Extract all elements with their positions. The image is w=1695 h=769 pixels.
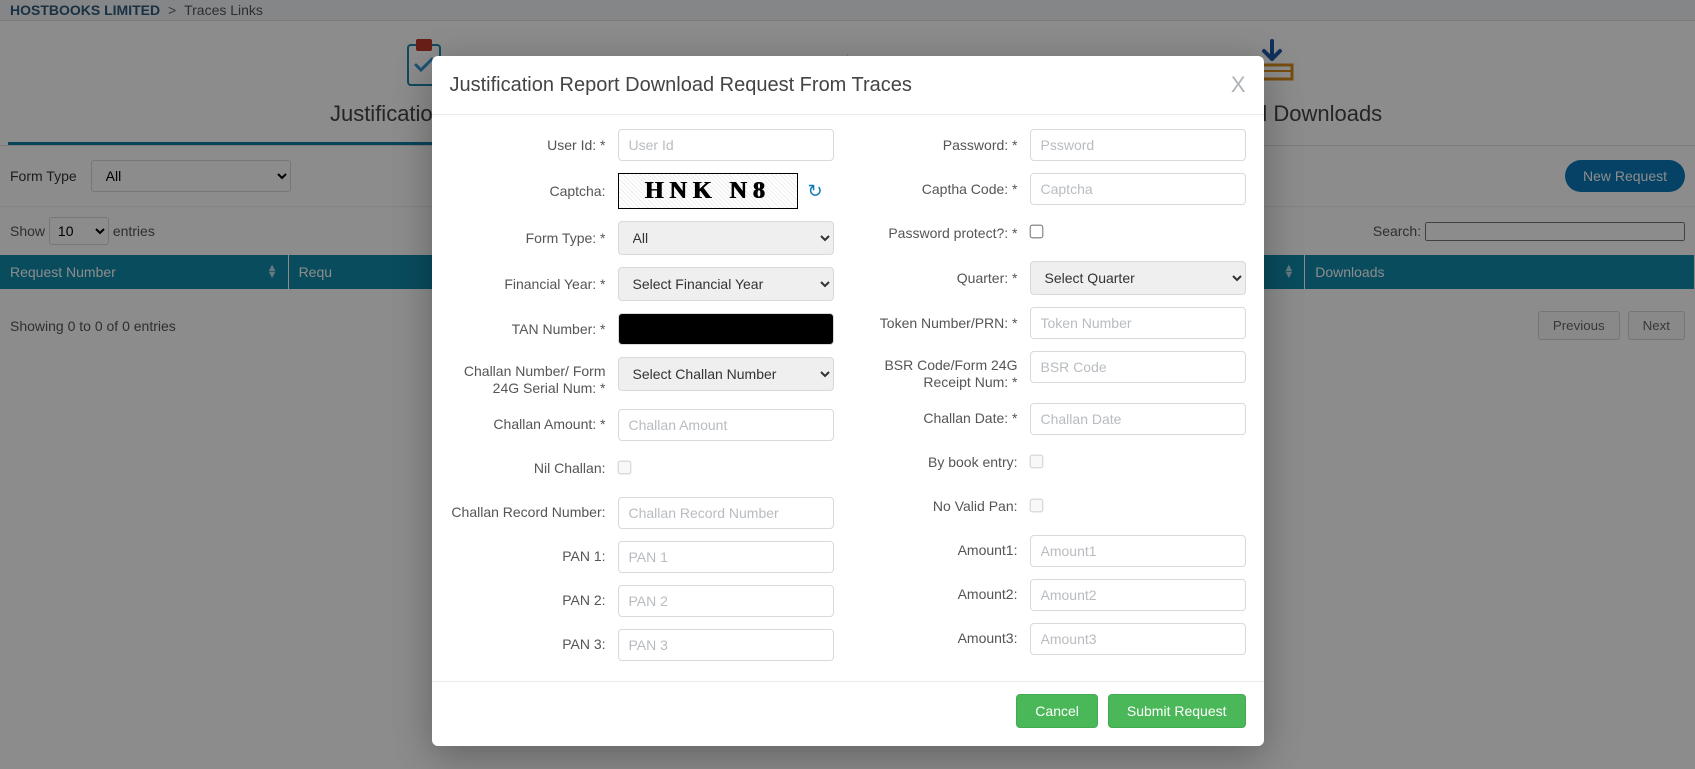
label-challan-date: Challan Date: * xyxy=(862,410,1030,427)
challan-date-input[interactable] xyxy=(1030,403,1246,435)
label-form-type: Form Type: * xyxy=(450,230,618,247)
tan-number-input xyxy=(618,313,834,345)
captcha-code-input[interactable] xyxy=(1030,173,1246,205)
label-password: Password: * xyxy=(862,137,1030,154)
modal-title: Justification Report Download Request Fr… xyxy=(450,74,912,97)
financial-year-select[interactable]: Select Financial Year xyxy=(618,267,834,301)
form-type-select-modal[interactable]: All xyxy=(618,221,834,255)
challan-amount-input[interactable] xyxy=(618,409,834,441)
captcha-image: HNK N8 xyxy=(618,173,798,209)
label-amount3: Amount3: xyxy=(862,630,1030,647)
label-amount1: Amount1: xyxy=(862,542,1030,559)
pan2-input[interactable] xyxy=(618,585,834,617)
form-left-column: User Id: * Captcha:HNK N8 ↻ Form Type: *A… xyxy=(450,129,834,673)
modal-footer: Cancel Submit Request xyxy=(432,681,1264,746)
label-captcha-code: Captha Code: * xyxy=(862,181,1030,198)
label-amount2: Amount2: xyxy=(862,586,1030,603)
cancel-button[interactable]: Cancel xyxy=(1016,694,1098,728)
modal-header: Justification Report Download Request Fr… xyxy=(432,56,1264,115)
amount1-input[interactable] xyxy=(1030,535,1246,567)
form-right-column: Password: * Captha Code: * Password prot… xyxy=(862,129,1246,673)
label-no-valid-pan: No Valid Pan: xyxy=(862,498,1030,515)
label-pan2: PAN 2: xyxy=(450,592,618,609)
user-id-input[interactable] xyxy=(618,129,834,161)
password-input[interactable] xyxy=(1030,129,1246,161)
label-bsr: BSR Code/Form 24G Receipt Num: * xyxy=(862,351,1030,391)
label-user-id: User Id: * xyxy=(450,137,618,154)
challan-record-input[interactable] xyxy=(618,497,834,529)
label-token: Token Number/PRN: * xyxy=(862,315,1030,332)
label-pan1: PAN 1: xyxy=(450,548,618,565)
bsr-code-input[interactable] xyxy=(1030,351,1246,383)
amount3-input[interactable] xyxy=(1030,623,1246,655)
submit-request-button[interactable]: Submit Request xyxy=(1108,694,1246,728)
label-password-protect: Password protect?: * xyxy=(862,225,1030,242)
label-challan-amount: Challan Amount: * xyxy=(450,416,618,433)
pan1-input[interactable] xyxy=(618,541,834,573)
label-quarter: Quarter: * xyxy=(862,270,1030,287)
label-captcha: Captcha: xyxy=(450,183,618,200)
label-pan3: PAN 3: xyxy=(450,636,618,653)
refresh-captcha-icon[interactable]: ↻ xyxy=(808,181,823,202)
close-icon[interactable]: X xyxy=(1231,72,1246,98)
book-entry-checkbox xyxy=(1029,454,1043,468)
modal-body: User Id: * Captcha:HNK N8↻ Form Type: *A… xyxy=(432,115,1264,681)
quarter-select[interactable]: Select Quarter xyxy=(1030,261,1246,295)
token-number-input[interactable] xyxy=(1030,307,1246,339)
label-nil-challan: Nil Challan: xyxy=(450,460,618,477)
challan-number-select[interactable]: Select Challan Number xyxy=(618,357,834,391)
label-challan-record: Challan Record Number: xyxy=(450,504,618,521)
label-tan: TAN Number: * xyxy=(450,321,618,338)
amount2-input[interactable] xyxy=(1030,579,1246,611)
label-challan-number: Challan Number/ Form 24G Serial Num: * xyxy=(450,357,618,397)
password-protect-checkbox[interactable] xyxy=(1029,225,1043,239)
nil-challan-checkbox xyxy=(617,460,631,474)
label-book-entry: By book entry: xyxy=(862,454,1030,471)
no-valid-pan-checkbox xyxy=(1029,498,1043,512)
pan3-input[interactable] xyxy=(618,629,834,661)
label-financial-year: Financial Year: * xyxy=(450,276,618,293)
modal: Justification Report Download Request Fr… xyxy=(432,56,1264,746)
